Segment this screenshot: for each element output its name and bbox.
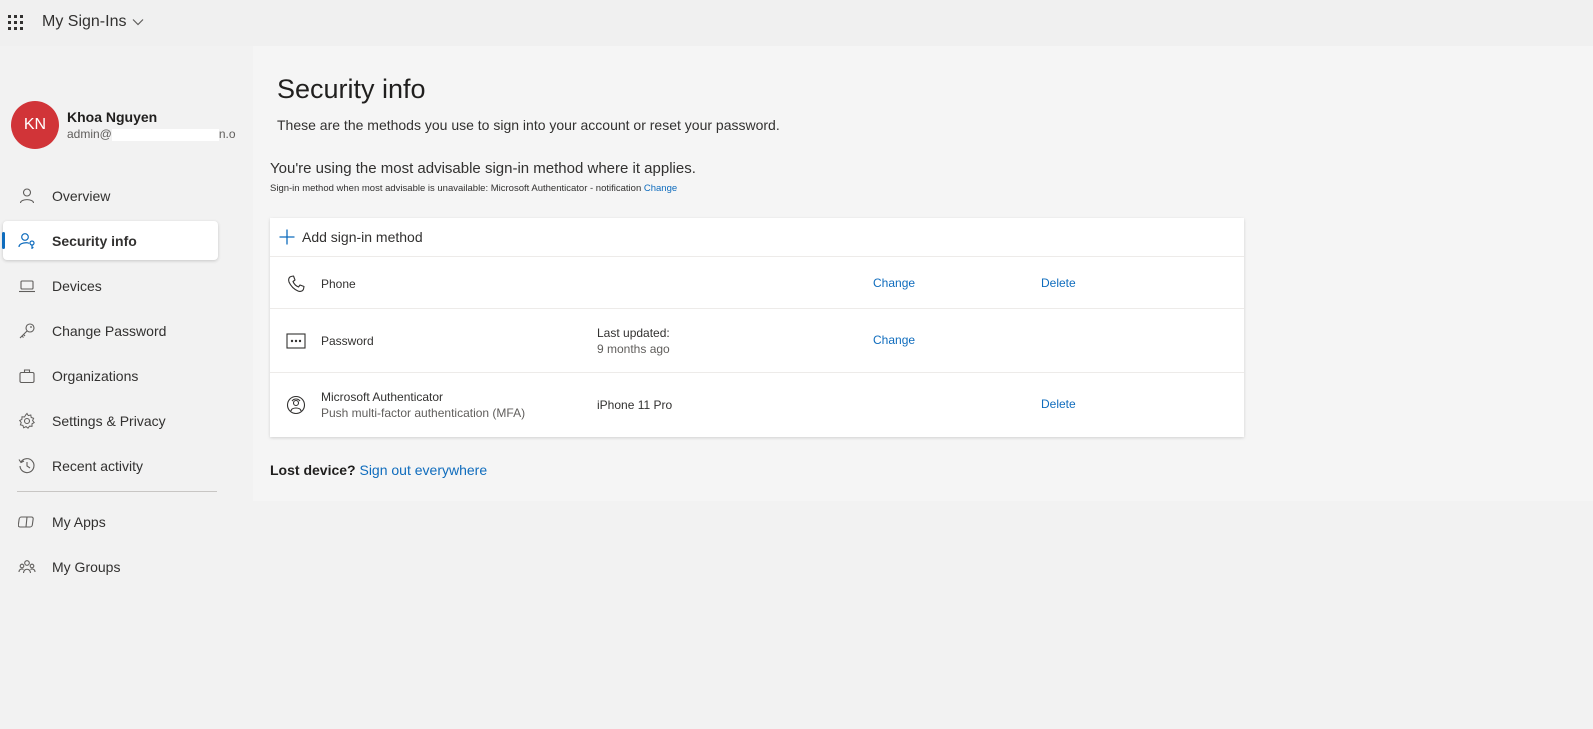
password-icon — [286, 331, 306, 351]
authenticator-icon — [286, 395, 306, 415]
sidebar-item-label: Security info — [52, 232, 137, 249]
method-detail: Last updated: 9 months ago — [597, 325, 670, 357]
method-row-authenticator: Microsoft Authenticator Push multi-facto… — [270, 373, 1244, 437]
profile-email: admin@ n.o — [67, 126, 236, 142]
lost-device-label: Lost device? — [270, 462, 356, 478]
sidebar-item-label: Recent activity — [52, 457, 144, 474]
person-key-icon — [18, 232, 36, 250]
profile-name: Khoa Nguyen — [67, 109, 158, 125]
sidebar-item-label: My Apps — [52, 513, 106, 530]
page-description: These are the methods you use to sign in… — [277, 117, 780, 133]
method-name: Microsoft Authenticator — [321, 390, 444, 404]
app-launcher-icon[interactable] — [7, 14, 24, 31]
last-updated-value: 9 months ago — [597, 342, 670, 356]
add-sign-in-method-button[interactable]: Add sign-in method — [270, 218, 1244, 257]
laptop-icon — [18, 277, 36, 295]
avatar: KN — [11, 101, 59, 149]
profile-card: KN Khoa Nguyen admin@ n.o — [11, 101, 236, 149]
page-title: Security info — [277, 74, 426, 104]
method-row-password: Password Last updated: 9 months ago Chan… — [270, 309, 1244, 373]
phone-icon — [286, 274, 306, 294]
sidebar-item-overview[interactable]: Overview — [3, 176, 218, 215]
sidebar-item-my-groups[interactable]: My Groups — [3, 547, 218, 586]
change-password-link[interactable]: Change — [873, 333, 915, 347]
email-prefix: admin@ — [67, 127, 112, 141]
device-name: iPhone 11 Pro — [597, 398, 673, 412]
redaction-bar — [111, 128, 219, 141]
sidebar-item-security-info[interactable]: Security info — [2, 221, 218, 260]
change-default-method-link[interactable]: Change — [644, 183, 677, 194]
add-sign-in-method-label: Add sign-in method — [302, 229, 423, 245]
sidebar-item-label: My Groups — [52, 558, 121, 575]
apps-icon — [18, 513, 36, 531]
gear-icon — [18, 412, 36, 430]
fallback-text: Sign-in method when most advisable is un… — [270, 183, 642, 194]
history-icon — [18, 457, 36, 475]
change-phone-link[interactable]: Change — [873, 276, 915, 290]
briefcase-icon — [18, 367, 36, 385]
method-subtitle: Push multi-factor authentication (MFA) — [321, 406, 526, 420]
fallback-method: Sign-in method when most advisable is un… — [270, 183, 677, 194]
sidebar-nav: Overview Security info Devices Change Pa… — [0, 173, 253, 592]
sidebar-item-change-password[interactable]: Change Password — [3, 311, 218, 350]
delete-phone-link[interactable]: Delete — [1041, 276, 1076, 290]
sidebar-item-label: Devices — [52, 277, 102, 294]
method-name: Password — [321, 334, 374, 348]
sidebar-item-settings-privacy[interactable]: Settings & Privacy — [3, 401, 218, 440]
email-suffix: n.o — [218, 127, 236, 141]
key-icon — [18, 322, 36, 340]
sidebar-item-label: Organizations — [52, 367, 139, 384]
sidebar-item-label: Settings & Privacy — [52, 412, 166, 429]
sidebar: KN Khoa Nguyen admin@ n.o Overview Securi… — [0, 46, 253, 729]
lost-device: Lost device? Sign out everywhere — [270, 462, 487, 478]
sidebar-item-my-apps[interactable]: My Apps — [3, 502, 218, 541]
avatar-initials: KN — [23, 116, 47, 133]
method-row-phone: Phone Change Delete — [270, 257, 1244, 309]
advisable-status: You're using the most advisable sign-in … — [270, 160, 696, 177]
delete-authenticator-link[interactable]: Delete — [1041, 397, 1076, 411]
person-icon — [18, 187, 36, 205]
sidebar-item-organizations[interactable]: Organizations — [3, 356, 218, 395]
last-updated-label: Last updated: — [597, 326, 670, 340]
main-content: Security info These are the methods you … — [253, 46, 1593, 501]
plus-icon — [279, 229, 295, 245]
app-switcher[interactable]: My Sign-Ins — [42, 13, 144, 31]
sidebar-item-label: Overview — [52, 187, 111, 204]
sidebar-item-recent-activity[interactable]: Recent activity — [3, 446, 218, 485]
people-icon — [18, 558, 36, 576]
divider — [17, 491, 217, 492]
sign-out-everywhere-link[interactable]: Sign out everywhere — [359, 462, 487, 478]
top-bar: My Sign-Ins — [0, 0, 1593, 46]
sidebar-item-label: Change Password — [52, 322, 167, 339]
method-name: Phone — [321, 277, 356, 291]
app-title: My Sign-Ins — [42, 13, 127, 30]
sidebar-item-devices[interactable]: Devices — [3, 266, 218, 305]
method-name-block: Microsoft Authenticator Push multi-facto… — [321, 389, 525, 421]
sign-in-methods-card: Add sign-in method Phone Change Delete P… — [270, 218, 1244, 437]
chevron-down-icon — [133, 19, 144, 26]
